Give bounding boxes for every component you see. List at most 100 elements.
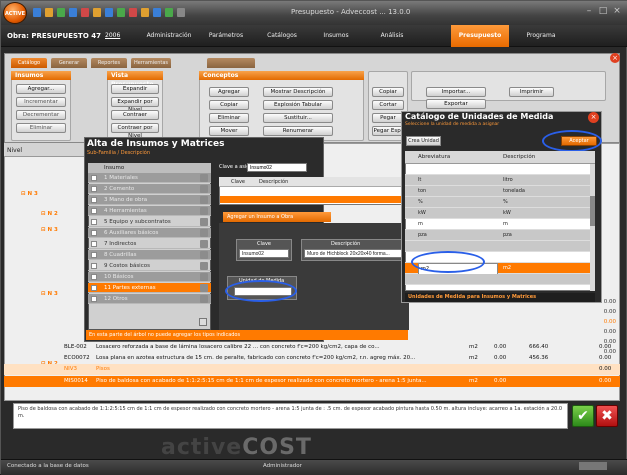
close-icon[interactable]: × — [588, 112, 599, 123]
table-row[interactable]: kW kW — [405, 208, 590, 219]
list-item-selected[interactable]: 11 Partes externas — [88, 283, 211, 293]
tree-node-marker[interactable]: ⊟ N 3 — [41, 291, 58, 297]
calculator-icon[interactable] — [129, 8, 137, 17]
clave-input[interactable] — [239, 249, 289, 258]
lock-icon — [200, 185, 208, 193]
confirm-button[interactable]: ✔ — [572, 405, 594, 427]
expandir-button[interactable]: Expandir — [111, 84, 159, 94]
insumo-grid-scrollbar[interactable] — [220, 196, 408, 203]
scrollbar-thumb[interactable] — [590, 196, 595, 226]
mostrar-descripcion-button[interactable]: Mostrar Descripción — [263, 87, 333, 97]
crea-unidad-button[interactable]: Crea Unidad — [406, 136, 441, 146]
table-row[interactable]: ton tonelada — [405, 186, 590, 197]
descripcion-input[interactable] — [304, 249, 408, 258]
importar-button[interactable]: Importar... — [426, 87, 486, 97]
subtab-reportes[interactable]: Reportes — [91, 58, 127, 68]
subtab-extra[interactable] — [207, 58, 255, 68]
table-row[interactable] — [405, 274, 590, 285]
tab-presupuesto[interactable]: Presupuesto — [451, 25, 509, 47]
unidades-grid-header: Abreviatura Descripción — [405, 151, 595, 164]
print-icon[interactable] — [69, 8, 77, 17]
help-icon[interactable] — [153, 8, 161, 17]
table-row-selected[interactable]: MIS0014 Piso de baldosa con acabado de 1… — [4, 376, 620, 387]
close-window-icon[interactable]: × — [612, 6, 622, 16]
list-item[interactable]: 4 Herramientas — [88, 206, 211, 216]
imprimir-button[interactable]: Imprimir — [509, 87, 554, 97]
list-item[interactable]: 8 Cuadrillas — [88, 250, 211, 260]
sustituir-button[interactable]: Sustituir... — [263, 113, 333, 123]
eliminar-insumo-button[interactable]: Eliminar — [16, 123, 66, 133]
contraer-nivel-button[interactable]: Contraer por Nivel — [111, 123, 159, 139]
clave-asignar-input[interactable] — [247, 163, 307, 172]
tab-administracion[interactable]: Administración — [141, 25, 197, 47]
delete-icon[interactable] — [81, 8, 89, 17]
group-vista-title: Vista Presupuesto — [107, 71, 163, 88]
lock-icon — [200, 273, 208, 281]
explosion-tabular-button[interactable]: Explosión Tabular — [263, 100, 333, 110]
lock-icon — [200, 240, 208, 248]
undo-icon[interactable] — [45, 8, 53, 17]
agregar-insumo-button[interactable]: Agregar... — [16, 84, 66, 94]
tab-insumos[interactable]: Insumos — [311, 25, 361, 47]
list-item[interactable]: 9 Costos básicos — [88, 261, 211, 271]
table-row[interactable] — [405, 164, 590, 175]
eliminar-concepto-button[interactable]: Eliminar — [209, 113, 249, 123]
maximize-icon[interactable]: □ — [598, 6, 608, 16]
subtab-catalogo[interactable]: Catálogo — [11, 58, 47, 68]
tree-node-marker[interactable]: ⊟ N 3 — [21, 191, 38, 197]
copiar-button[interactable]: Copiar — [372, 87, 404, 97]
tab-parametros[interactable]: Parámetros — [201, 25, 251, 47]
exportar-button[interactable]: Exportar — [426, 99, 486, 109]
table-row[interactable]: ECO0072 Losa plana en azotea estructura … — [4, 353, 620, 364]
cortar-button[interactable]: Cortar — [372, 100, 404, 110]
unidades-scrollbar[interactable] — [590, 164, 595, 291]
save-icon[interactable] — [33, 8, 41, 17]
mover-concepto-button[interactable]: Mover — [209, 126, 249, 136]
list-item[interactable]: 6 Auxiliares básicos — [88, 228, 211, 238]
agregar-concepto-button[interactable]: Agregar — [209, 87, 249, 97]
incrementar-button[interactable]: Incrementar — [16, 97, 66, 107]
tree-node-marker[interactable]: ⊟ N 2 — [41, 211, 58, 217]
lock-icon[interactable] — [199, 318, 207, 326]
copiar-concepto-button[interactable]: Copiar — [209, 100, 249, 110]
list-item[interactable]: 10 Básicos — [88, 272, 211, 282]
paste-icon[interactable] — [117, 8, 125, 17]
table-row[interactable]: %% — [405, 197, 590, 208]
list-item[interactable]: 7 Indirectos — [88, 239, 211, 249]
subtab-herramientas[interactable]: Herramientas — [131, 58, 171, 68]
tab-analisis[interactable]: Análisis — [367, 25, 417, 47]
obra-date[interactable]: 2006 — [105, 32, 120, 39]
list-item[interactable]: 5 Equipo y subcontratos — [88, 217, 211, 227]
dropdown-icon[interactable] — [177, 8, 185, 17]
expandir-nivel-button[interactable]: Expandir por Nivel — [111, 97, 159, 113]
list-item[interactable]: 1 Materiales — [88, 173, 211, 183]
tree-node-marker[interactable]: ⊟ N 3 — [41, 227, 58, 233]
cancel-button[interactable]: ✖ — [596, 405, 618, 427]
tab-programa[interactable]: Programa — [516, 25, 566, 47]
table-row-group[interactable]: NIV3 Pisos 0.00 — [4, 364, 620, 375]
chart-icon[interactable] — [141, 8, 149, 17]
pegar-especial-button[interactable]: Pegar Esp. — [372, 126, 404, 136]
decrementar-button[interactable]: Decrementar — [16, 110, 66, 120]
renumerar-button[interactable]: Renumerar — [263, 126, 333, 136]
list-item[interactable]: 3 Mano de obra — [88, 195, 211, 205]
copy-icon[interactable] — [105, 8, 113, 17]
close-panel-icon[interactable]: × — [610, 53, 620, 63]
app-menu-button[interactable]: ACTIVE — [3, 2, 27, 24]
list-item[interactable]: 2 Cemento — [88, 184, 211, 194]
pegar-button[interactable]: Pegar — [372, 113, 404, 123]
concepto-descripcion[interactable]: Piso de baldosa con acabado de 1:1:2:5:1… — [13, 403, 568, 429]
table-row[interactable]: pza pza — [405, 230, 590, 241]
folder-icon[interactable] — [93, 8, 101, 17]
contraer-button[interactable]: Contraer — [111, 110, 159, 120]
tab-catalogos[interactable]: Catálogos — [257, 25, 307, 47]
minimize-icon[interactable]: – — [584, 6, 594, 16]
table-row[interactable]: lt litro — [405, 175, 590, 186]
redo-icon[interactable] — [57, 8, 65, 17]
table-row[interactable] — [405, 241, 590, 252]
list-item[interactable]: 12 Otros — [88, 294, 211, 304]
table-row[interactable]: BLE-002 Losacero reforzada a base de lám… — [4, 342, 620, 353]
subtab-generar[interactable]: Generar — [51, 58, 87, 68]
table-row[interactable]: mm — [405, 219, 590, 230]
refresh-icon[interactable] — [165, 8, 173, 17]
